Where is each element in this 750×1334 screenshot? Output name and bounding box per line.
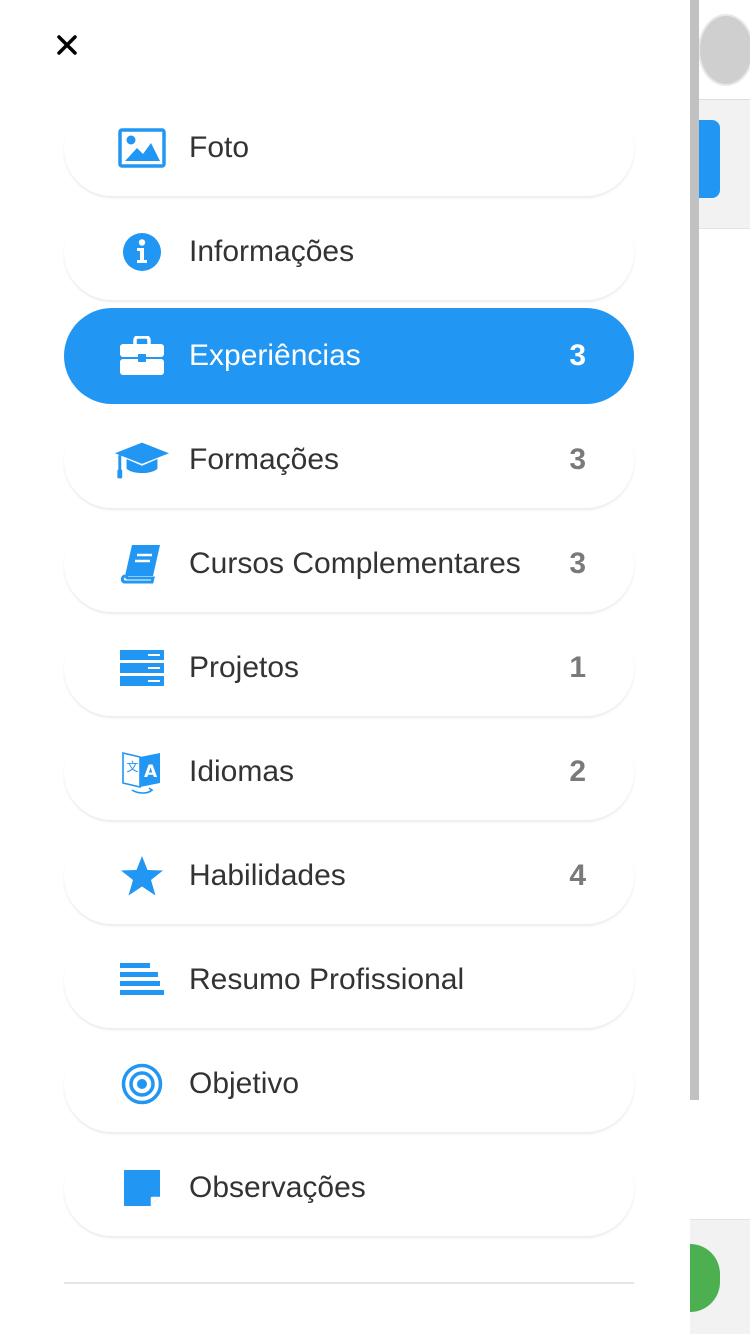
- menu-item-count: 1: [569, 651, 586, 684]
- menu-item-habilidades[interactable]: Habilidades 4: [64, 828, 634, 924]
- menu-item-experiencias[interactable]: Experiências 3: [64, 308, 634, 404]
- menu-item-objetivo[interactable]: Objetivo: [64, 1036, 634, 1132]
- menu-item-observacoes[interactable]: Observações: [64, 1140, 634, 1236]
- menu-item-label: Informações: [189, 235, 355, 268]
- sticky-note-icon: [114, 1164, 170, 1212]
- server-icon: [114, 644, 170, 692]
- section-menu: Foto Informações Experiências 3 Formaçõe…: [64, 100, 634, 1244]
- menu-item-count: 2: [569, 755, 586, 788]
- menu-item-label: Observações: [189, 1171, 366, 1204]
- image-icon: [114, 124, 170, 172]
- menu-item-cursos-complementares[interactable]: Cursos Complementares 3: [64, 516, 634, 612]
- target-icon: [114, 1060, 170, 1108]
- menu-item-label: Objetivo: [189, 1067, 300, 1100]
- floating-action-button[interactable]: [690, 1244, 720, 1312]
- close-icon: [57, 35, 77, 55]
- menu-item-label: Projetos: [189, 651, 300, 684]
- menu-item-count: 3: [569, 443, 586, 476]
- menu-item-label: Foto: [189, 131, 250, 164]
- svg-text:文: 文: [127, 759, 139, 774]
- svg-text:A: A: [144, 762, 158, 782]
- menu-item-label: Formações: [189, 443, 340, 476]
- book-icon: [114, 540, 170, 588]
- avatar[interactable]: [698, 14, 750, 86]
- align-left-icon: [114, 956, 170, 1004]
- side-drawer: Foto Informações Experiências 3 Formaçõe…: [0, 0, 690, 1334]
- menu-item-idiomas[interactable]: 文 A Idiomas 2: [64, 724, 634, 820]
- menu-item-count: 3: [569, 339, 586, 372]
- menu-item-projetos[interactable]: Projetos 1: [64, 620, 634, 716]
- menu-item-label: Cursos Complementares: [189, 547, 521, 580]
- menu-item-label: Idiomas: [189, 755, 295, 788]
- menu-item-foto[interactable]: Foto: [64, 100, 634, 196]
- menu-item-informacoes[interactable]: Informações: [64, 204, 634, 300]
- menu-item-label: Resumo Profissional: [189, 963, 465, 996]
- menu-item-count: 4: [569, 859, 586, 892]
- divider: [64, 1282, 634, 1284]
- language-icon: 文 A: [114, 748, 170, 796]
- menu-item-formacoes[interactable]: Formações 3: [64, 412, 634, 508]
- menu-item-count: 3: [569, 547, 586, 580]
- menu-item-label: Experiências: [189, 339, 361, 372]
- graduation-cap-icon: [114, 436, 170, 484]
- info-icon: [114, 228, 170, 276]
- star-icon: [114, 852, 170, 900]
- briefcase-icon: [114, 332, 170, 380]
- menu-item-resumo-profissional[interactable]: Resumo Profissional: [64, 932, 634, 1028]
- close-button[interactable]: [52, 30, 82, 60]
- background-page: [690, 0, 750, 1334]
- menu-item-label: Habilidades: [189, 859, 346, 892]
- background-content: [690, 228, 750, 1220]
- background-header: [690, 0, 750, 100]
- scrollbar[interactable]: [690, 0, 699, 1100]
